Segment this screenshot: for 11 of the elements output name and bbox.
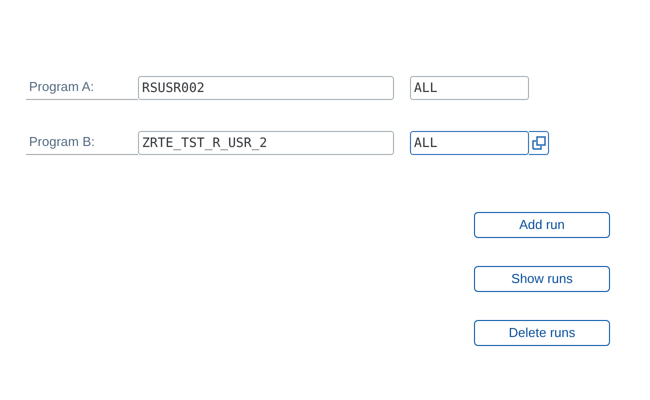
input-field[interactable]: ZRTE_TST_R_USR_2 — [138, 131, 394, 155]
field-label: Program B: — [26, 131, 138, 155]
input-field[interactable]: RSUSR002 — [138, 76, 394, 100]
value-help-button[interactable] — [529, 131, 549, 155]
action-button[interactable]: Show runs — [474, 266, 610, 292]
action-button[interactable]: Delete runs — [474, 320, 610, 346]
input-field[interactable]: ALL — [410, 76, 529, 100]
input-field[interactable]: ALL — [410, 131, 529, 155]
action-button[interactable]: Add run — [474, 212, 610, 238]
field-label: Program A: — [26, 76, 138, 100]
value-help-icon — [532, 136, 546, 150]
